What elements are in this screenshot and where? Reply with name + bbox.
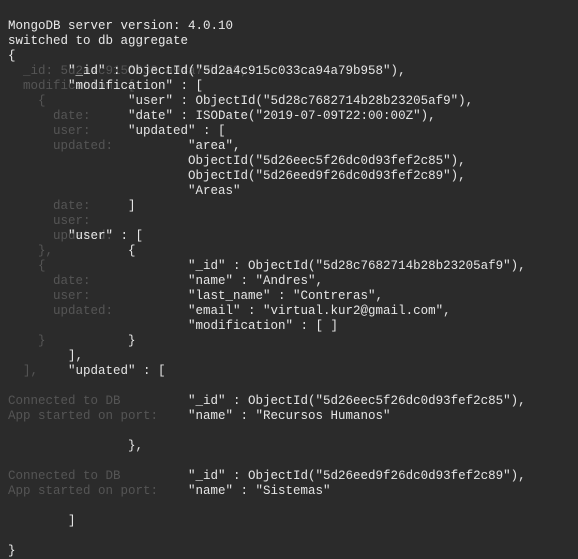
output-line: "last_name" : "Contreras", [8,289,383,303]
terminal-output: MongoDB server version: 4.0.10 switched … [8,4,526,559]
output-line: ObjectId("5d26eec5f26dc0d93fef2c85"), [8,154,466,168]
output-line: "updated" : [ [8,364,166,378]
output-line: "name" : "Sistemas" [8,484,331,498]
output-line: }, [8,439,143,453]
output-line: { [8,244,136,258]
output-line: MongoDB server version: 4.0.10 [8,19,233,33]
output-line: "email" : "virtual.kur2@gmail.com", [8,304,451,318]
output-line: } [8,544,16,558]
output-line: "name" : "Andres", [8,274,323,288]
output-line: "_id" : ObjectId("5d28c7682714b28b23205a… [8,259,526,273]
output-line: "_id" : ObjectId("5d26eed9f26dc0d93fef2c… [8,469,526,483]
output-line: "modification" : [ [8,79,203,93]
output-line: "user" : [ [8,229,143,243]
output-line: "date" : ISODate("2019-07-09T22:00:00Z")… [8,109,436,123]
output-line: { [8,49,16,63]
output-line: ObjectId("5d26eed9f26dc0d93fef2c89"), [8,169,466,183]
output-line: "modification" : [ ] [8,319,338,333]
output-line: "area", [8,139,241,153]
output-line: "name" : "Recursos Humanos" [8,409,391,423]
output-line: "updated" : [ [8,124,226,138]
output-line: "_id" : ObjectId("5d26eec5f26dc0d93fef2c… [8,394,526,408]
output-line: ] [8,514,76,528]
output-line: "Areas" [8,184,241,198]
output-line: switched to db aggregate [8,34,188,48]
output-line: ] [8,199,136,213]
output-line: } [8,334,136,348]
output-line: ], [8,349,83,363]
output-line: "user" : ObjectId("5d28c7682714b28b23205… [8,94,473,108]
output-line: "_id" : ObjectId("5d2a4c915c033ca94a79b9… [8,64,406,78]
